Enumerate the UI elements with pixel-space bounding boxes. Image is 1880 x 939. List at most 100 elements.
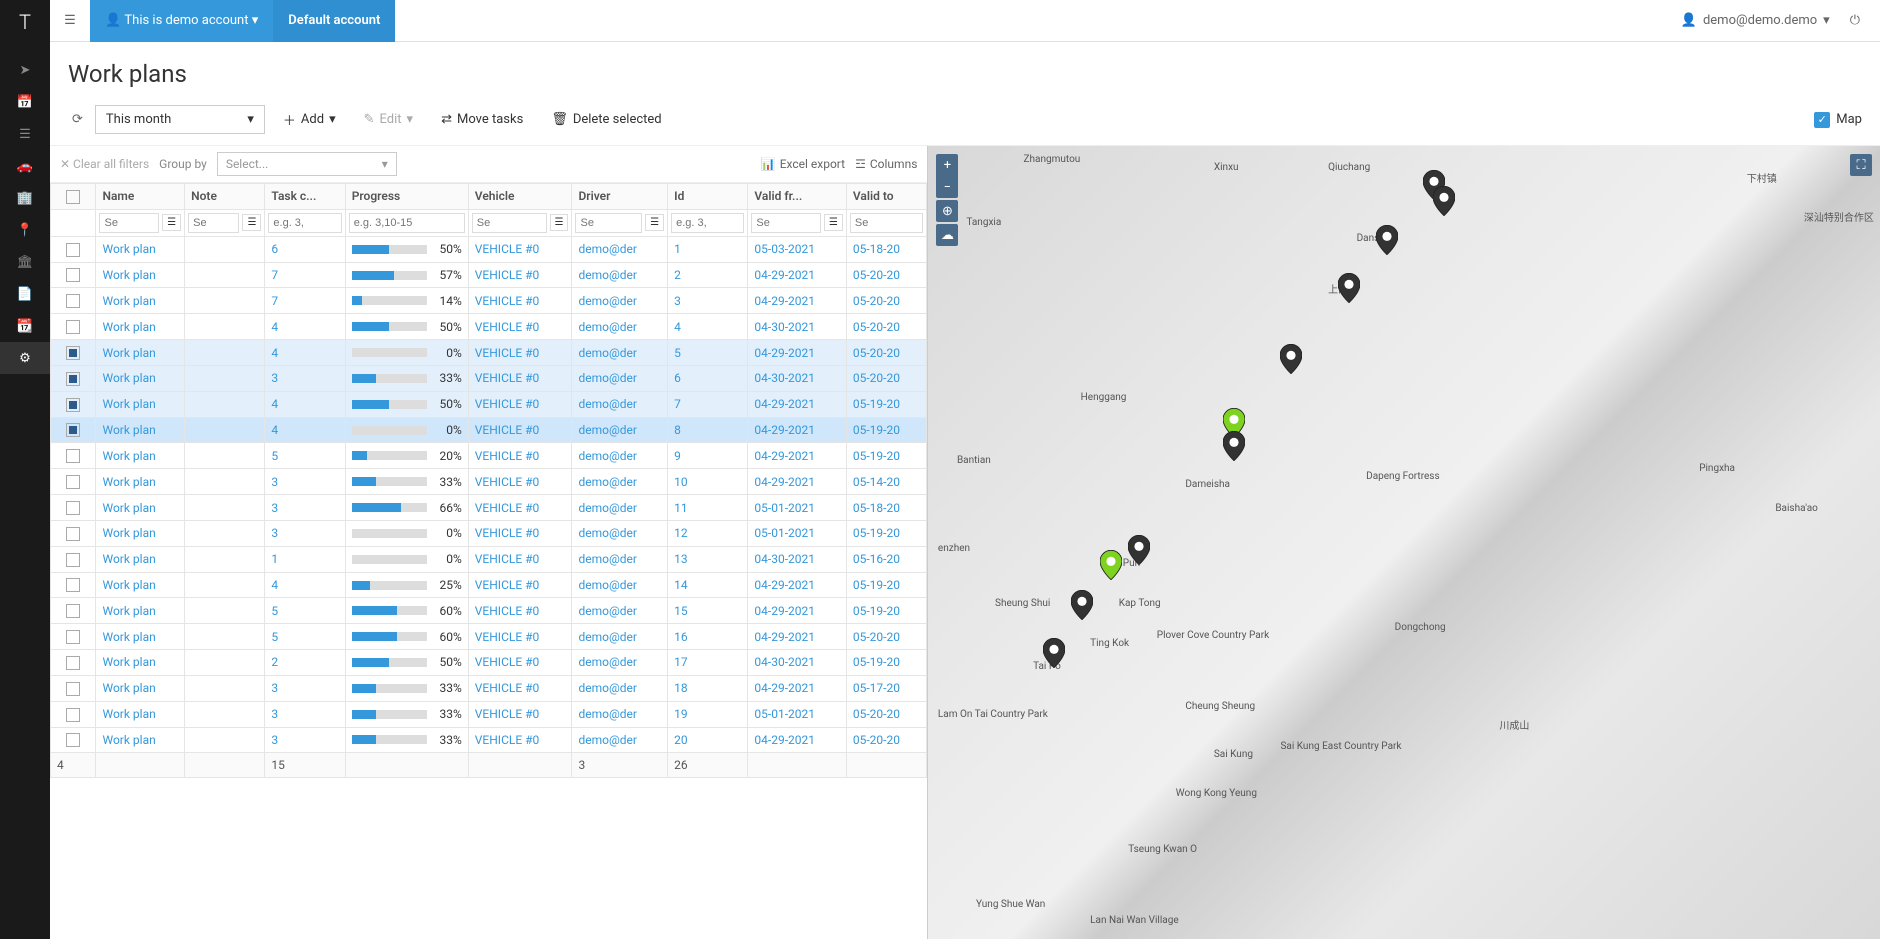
- row-to[interactable]: 05-19-20: [846, 391, 927, 417]
- row-name[interactable]: Work plan: [96, 624, 185, 650]
- col-note[interactable]: Note: [185, 184, 265, 210]
- row-name[interactable]: Work plan: [96, 417, 185, 443]
- row-driver[interactable]: demo@der: [572, 262, 668, 288]
- row-to[interactable]: 05-20-20: [846, 262, 927, 288]
- row-name[interactable]: Work plan: [96, 314, 185, 340]
- row-driver[interactable]: demo@der: [572, 598, 668, 624]
- add-button[interactable]: ＋ Add ▾: [273, 104, 346, 135]
- row-from[interactable]: 04-29-2021: [748, 417, 846, 443]
- table-row[interactable]: Work plan333%VEHICLE #0demo@der604-30-20…: [51, 365, 927, 391]
- row-to[interactable]: 05-20-20: [846, 340, 927, 366]
- row-from[interactable]: 04-29-2021: [748, 572, 846, 598]
- row-vehicle[interactable]: VEHICLE #0: [468, 314, 572, 340]
- row-to[interactable]: 05-14-20: [846, 469, 927, 495]
- row-to[interactable]: 05-19-20: [846, 650, 927, 676]
- list-icon[interactable]: ☰: [162, 214, 181, 231]
- row-vehicle[interactable]: VEHICLE #0: [468, 675, 572, 701]
- columns-button[interactable]: ☲ Columns: [855, 157, 917, 171]
- filter-progress[interactable]: [349, 213, 465, 233]
- row-vehicle[interactable]: VEHICLE #0: [468, 262, 572, 288]
- row-id[interactable]: 18: [668, 675, 748, 701]
- row-driver[interactable]: demo@der: [572, 236, 668, 262]
- row-name[interactable]: Work plan: [96, 520, 185, 546]
- row-checkbox[interactable]: [66, 656, 80, 670]
- row-checkbox[interactable]: [66, 553, 80, 567]
- table-row[interactable]: Work plan40%VEHICLE #0demo@der504-29-202…: [51, 340, 927, 366]
- table-row[interactable]: Work plan714%VEHICLE #0demo@der304-29-20…: [51, 288, 927, 314]
- table-row[interactable]: Work plan333%VEHICLE #0demo@der1905-01-2…: [51, 701, 927, 727]
- row-checkbox[interactable]: [66, 372, 80, 386]
- select-all-checkbox[interactable]: [66, 190, 80, 204]
- row-vehicle[interactable]: VEHICLE #0: [468, 650, 572, 676]
- filter-from[interactable]: [751, 213, 821, 233]
- nav-pin-icon[interactable]: 📍: [0, 214, 50, 246]
- row-driver[interactable]: demo@der: [572, 572, 668, 598]
- table-row[interactable]: Work plan560%VEHICLE #0demo@der1504-29-2…: [51, 598, 927, 624]
- row-name[interactable]: Work plan: [96, 340, 185, 366]
- filter-note[interactable]: [188, 213, 239, 233]
- row-from[interactable]: 04-30-2021: [748, 650, 846, 676]
- row-to[interactable]: 05-18-20: [846, 495, 927, 521]
- row-from[interactable]: 04-29-2021: [748, 675, 846, 701]
- default-account-button[interactable]: Default account: [273, 0, 395, 42]
- row-checkbox[interactable]: [66, 268, 80, 282]
- table-row[interactable]: Work plan40%VEHICLE #0demo@der804-29-202…: [51, 417, 927, 443]
- zoom-in-button[interactable]: +: [936, 154, 958, 176]
- row-taskc[interactable]: 1: [265, 546, 345, 572]
- map-pin[interactable]: [1100, 550, 1122, 580]
- row-vehicle[interactable]: VEHICLE #0: [468, 365, 572, 391]
- row-id[interactable]: 13: [668, 546, 748, 572]
- row-vehicle[interactable]: VEHICLE #0: [468, 701, 572, 727]
- user-menu[interactable]: 👤 demo@demo.demo ▾: [1671, 13, 1840, 28]
- logout-icon[interactable]: ⏻: [1840, 13, 1870, 28]
- row-checkbox[interactable]: [66, 294, 80, 308]
- row-taskc[interactable]: 5: [265, 624, 345, 650]
- col-to[interactable]: Valid to: [846, 184, 927, 210]
- row-vehicle[interactable]: VEHICLE #0: [468, 598, 572, 624]
- row-driver[interactable]: demo@der: [572, 443, 668, 469]
- hamburger-icon[interactable]: ☰: [50, 13, 90, 28]
- period-select[interactable]: This month ▾: [95, 105, 265, 134]
- row-checkbox[interactable]: [66, 423, 80, 437]
- row-id[interactable]: 4: [668, 314, 748, 340]
- row-from[interactable]: 04-30-2021: [748, 365, 846, 391]
- group-by-select[interactable]: Select... ▾: [217, 152, 397, 176]
- row-from[interactable]: 04-29-2021: [748, 469, 846, 495]
- row-vehicle[interactable]: VEHICLE #0: [468, 288, 572, 314]
- row-driver[interactable]: demo@der: [572, 727, 668, 753]
- row-name[interactable]: Work plan: [96, 469, 185, 495]
- nav-vehicle-icon[interactable]: 🚗: [0, 150, 50, 182]
- row-taskc[interactable]: 4: [265, 572, 345, 598]
- row-id[interactable]: 3: [668, 288, 748, 314]
- table-row[interactable]: Work plan250%VEHICLE #0demo@der1704-30-2…: [51, 650, 927, 676]
- row-driver[interactable]: demo@der: [572, 340, 668, 366]
- row-vehicle[interactable]: VEHICLE #0: [468, 624, 572, 650]
- row-vehicle[interactable]: VEHICLE #0: [468, 340, 572, 366]
- row-driver[interactable]: demo@der: [572, 469, 668, 495]
- row-from[interactable]: 04-29-2021: [748, 288, 846, 314]
- row-id[interactable]: 7: [668, 391, 748, 417]
- row-taskc[interactable]: 4: [265, 314, 345, 340]
- row-name[interactable]: Work plan: [96, 598, 185, 624]
- row-to[interactable]: 05-19-20: [846, 598, 927, 624]
- row-name[interactable]: Work plan: [96, 443, 185, 469]
- list-icon[interactable]: ☰: [550, 214, 569, 231]
- row-from[interactable]: 05-01-2021: [748, 495, 846, 521]
- row-id[interactable]: 20: [668, 727, 748, 753]
- row-checkbox[interactable]: [66, 475, 80, 489]
- excel-export-button[interactable]: 📊 Excel export: [761, 157, 845, 171]
- row-taskc[interactable]: 3: [265, 675, 345, 701]
- row-checkbox[interactable]: [66, 708, 80, 722]
- row-id[interactable]: 12: [668, 520, 748, 546]
- row-vehicle[interactable]: VEHICLE #0: [468, 443, 572, 469]
- row-name[interactable]: Work plan: [96, 288, 185, 314]
- row-driver[interactable]: demo@der: [572, 650, 668, 676]
- nav-calendar-icon[interactable]: 📅: [0, 86, 50, 118]
- row-vehicle[interactable]: VEHICLE #0: [468, 572, 572, 598]
- row-taskc[interactable]: 5: [265, 443, 345, 469]
- nav-building-icon[interactable]: 🏢: [0, 182, 50, 214]
- row-taskc[interactable]: 3: [265, 701, 345, 727]
- row-checkbox[interactable]: [66, 449, 80, 463]
- map-pane[interactable]: ZhangmutouXinxuQiuchang下村镇深汕特别合作区Danshui…: [928, 146, 1880, 939]
- row-from[interactable]: 04-29-2021: [748, 624, 846, 650]
